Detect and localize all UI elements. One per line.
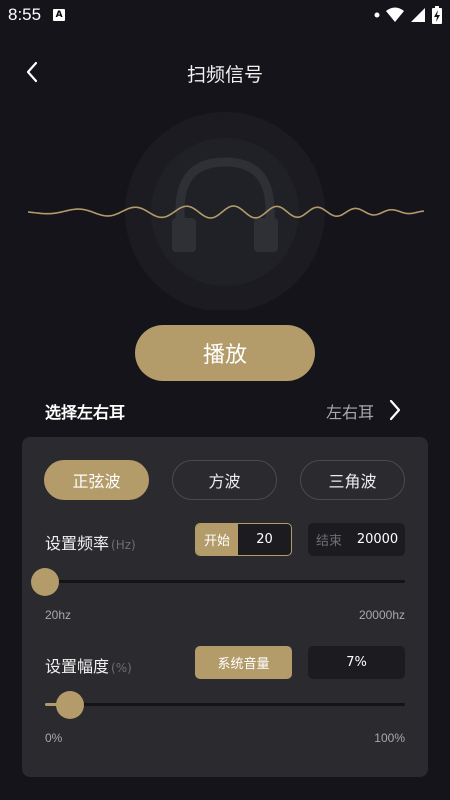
amplitude-min-label: 0% [45,731,63,745]
tab-sine-wave[interactable]: 正弦波 [44,460,149,500]
amplitude-slider[interactable] [45,689,405,719]
amplitude-value-field[interactable]: 7% [308,646,405,679]
frequency-max-label: 20000hz [358,608,405,622]
tab-triangle-wave[interactable]: 三角波 [300,460,405,500]
chevron-right-icon[interactable] [384,398,406,422]
status-time: 8:55 [8,5,42,24]
frequency-start-field[interactable]: 开始 20 [195,523,292,556]
frequency-end-value[interactable]: 20000 [350,523,405,556]
frequency-start-value[interactable]: 20 [238,524,291,555]
wave-type-tabs: 正弦波 方波 三角波 [44,460,406,502]
header: 扫频信号 [0,52,450,92]
frequency-end-field[interactable]: 结束 20000 [308,523,405,556]
hero-graphic [0,110,450,312]
frequency-unit: (Hz) [111,538,136,552]
tab-square-wave[interactable]: 方波 [172,460,277,500]
notification-icon: A [53,9,66,21]
frequency-label: 设置频率 [45,534,110,553]
amplitude-label-group: 设置幅度 (%) [45,653,132,677]
status-bar: 8:55 A [0,0,450,30]
amplitude-max-label: 100% [374,731,405,745]
frequency-slider-thumb[interactable] [31,568,59,596]
ear-select-value: 左右耳 [325,403,374,422]
battery-charging-icon [432,6,442,24]
amplitude-slider-track [45,703,405,706]
frequency-start-tag: 开始 [196,524,238,555]
status-icons [374,6,442,24]
amplitude-unit: (%) [111,661,132,675]
frequency-end-tag: 结束 [315,534,342,549]
page-title: 扫频信号 [186,64,263,86]
wifi-icon [386,7,404,22]
ear-select-row[interactable]: 选择左右耳 左右耳 [45,396,410,424]
frequency-label-group: 设置频率 (Hz) [45,530,136,554]
frequency-slider-track [45,580,405,583]
settings-panel: 正弦波 方波 三角波 设置频率 (Hz) 开始 20 结束 20000 20hz … [22,437,428,777]
system-volume-button[interactable]: 系统音量 [195,646,292,679]
frequency-min-label: 20hz [45,608,72,622]
signal-icon [411,8,425,22]
amplitude-slider-thumb[interactable] [56,691,85,719]
ear-select-label: 选择左右耳 [45,403,126,422]
play-button[interactable]: 播放 [135,325,315,381]
amplitude-label: 设置幅度 [45,657,110,676]
dot-icon [374,12,380,18]
frequency-slider[interactable] [31,566,405,596]
